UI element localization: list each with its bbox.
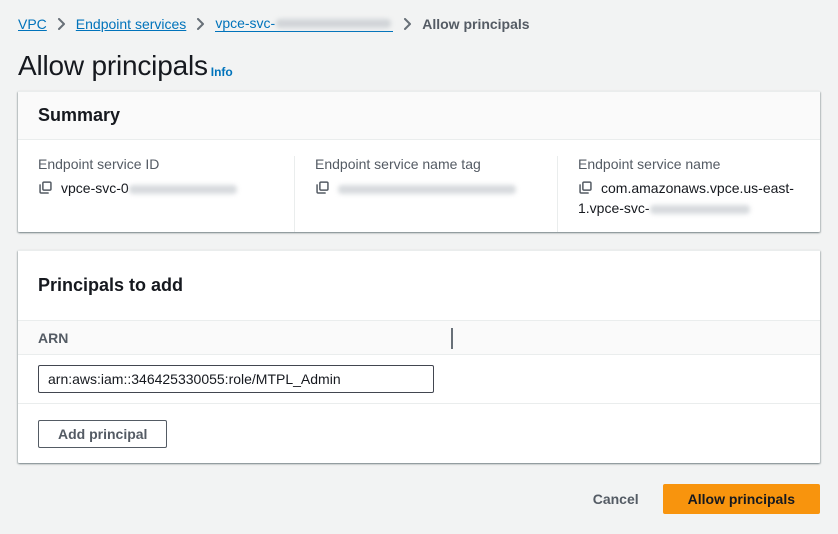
summary-body: Endpoint service ID vpce-svc-0 Endpoint … xyxy=(18,140,820,232)
field-value: com.amazonaws.vpce.us-east-1.vpce-svc- xyxy=(578,178,800,218)
summary-title: Summary xyxy=(38,105,800,126)
value-visible-text: vpce-svc-0 xyxy=(61,180,129,196)
principals-to-add-card: Principals to add ARN Add principal xyxy=(18,250,820,463)
principals-title: Principals to add xyxy=(38,275,800,296)
arn-input-row xyxy=(18,355,820,403)
field-value: vpce-svc-0 xyxy=(38,178,274,198)
copy-icon[interactable] xyxy=(578,180,593,195)
add-principal-button[interactable]: Add principal xyxy=(38,420,167,448)
summary-card-header: Summary xyxy=(18,92,820,140)
redacted-text xyxy=(338,185,516,194)
chevron-right-icon xyxy=(403,18,412,30)
column-resize-handle[interactable] xyxy=(451,328,453,349)
chevron-right-icon xyxy=(196,18,205,30)
breadcrumb: VPC Endpoint services vpce-svc- Allow pr… xyxy=(18,0,820,32)
page-title: Allow principals xyxy=(18,50,208,82)
principals-card-footer: Add principal xyxy=(18,403,820,463)
redacted-text xyxy=(276,19,391,28)
arn-table-header: ARN xyxy=(18,320,820,355)
breadcrumb-service-id-prefix: vpce-svc- xyxy=(215,15,275,31)
summary-card: Summary Endpoint service ID vpce-svc-0 E… xyxy=(18,91,820,232)
breadcrumb-current-page: Allow principals xyxy=(422,16,529,32)
chevron-right-icon xyxy=(57,18,66,30)
field-label: Endpoint service ID xyxy=(38,156,274,172)
breadcrumb-link-vpc[interactable]: VPC xyxy=(18,16,47,32)
breadcrumb-link-endpoint-service-id[interactable]: vpce-svc- xyxy=(215,15,393,32)
page-header: Allow principals Info xyxy=(18,50,820,82)
info-link[interactable]: Info xyxy=(211,65,233,79)
field-value xyxy=(315,178,537,198)
field-label: Endpoint service name xyxy=(578,156,800,172)
cancel-button[interactable]: Cancel xyxy=(589,486,643,512)
field-endpoint-service-name-tag: Endpoint service name tag xyxy=(294,156,557,232)
copy-icon[interactable] xyxy=(315,180,330,195)
field-label: Endpoint service name tag xyxy=(315,156,537,172)
arn-column-header: ARN xyxy=(38,330,68,346)
redacted-text xyxy=(129,185,237,194)
copy-icon[interactable] xyxy=(38,180,53,195)
form-actions: Cancel Allow principals xyxy=(18,484,820,514)
arn-input[interactable] xyxy=(38,365,434,393)
allow-principals-button[interactable]: Allow principals xyxy=(663,484,820,514)
principals-card-header: Principals to add xyxy=(18,251,820,320)
field-endpoint-service-id: Endpoint service ID vpce-svc-0 xyxy=(18,156,294,232)
breadcrumb-link-endpoint-services[interactable]: Endpoint services xyxy=(76,16,187,32)
field-endpoint-service-name: Endpoint service name com.amazonaws.vpce… xyxy=(557,156,820,232)
redacted-text xyxy=(650,205,750,214)
page: VPC Endpoint services vpce-svc- Allow pr… xyxy=(0,0,838,534)
